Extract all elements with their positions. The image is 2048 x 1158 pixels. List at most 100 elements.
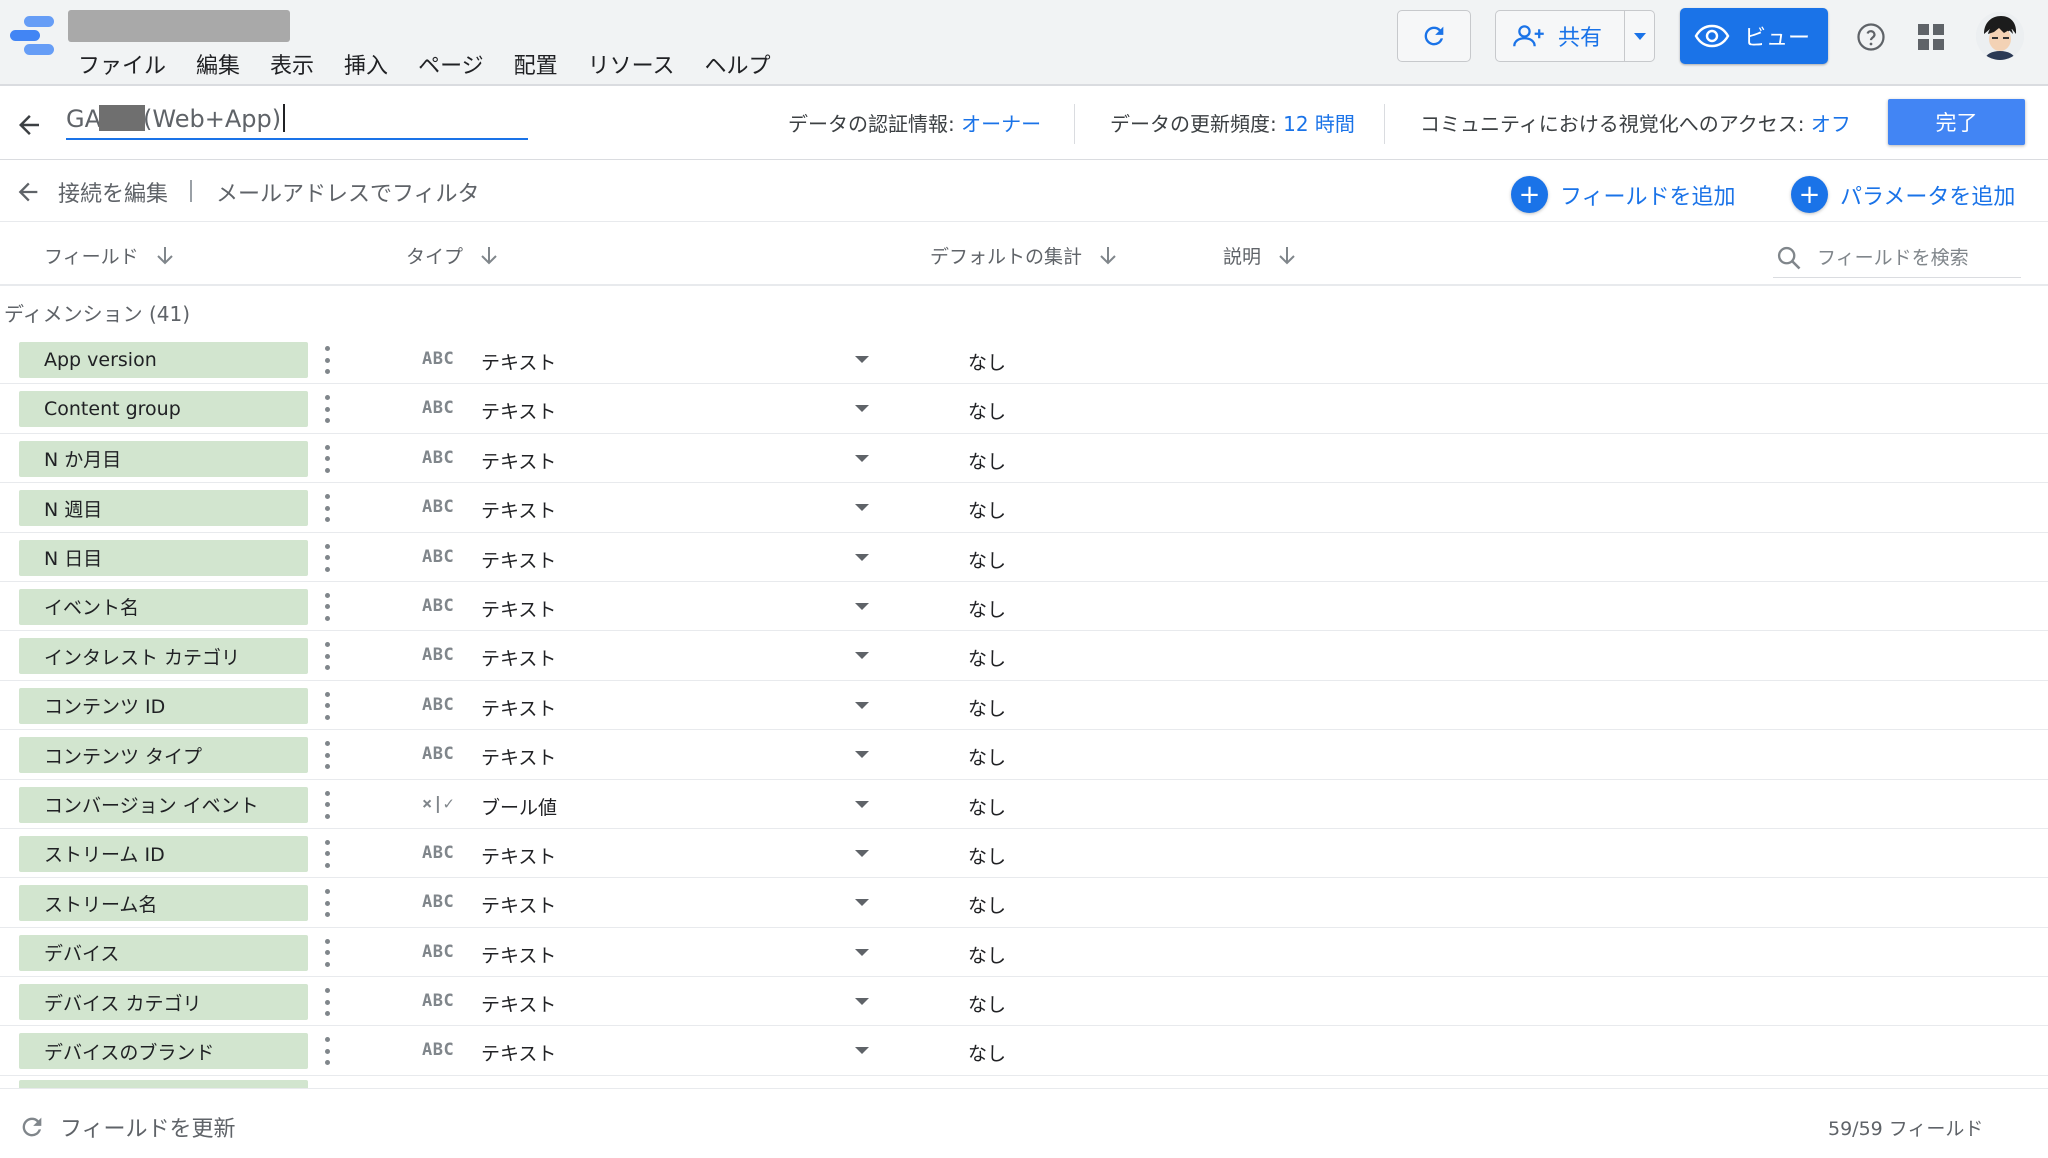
field-name-chip[interactable]: ストリーム ID (19, 835, 308, 872)
field-name-chip[interactable]: コンテンツ ID (19, 687, 308, 724)
field-name-chip[interactable]: App version (19, 342, 308, 378)
logo-icon[interactable] (10, 14, 56, 58)
field-name-chip[interactable]: N か月目 (19, 440, 308, 477)
more-vert-icon[interactable] (323, 395, 331, 424)
field-type-select[interactable]: テキスト (481, 397, 556, 424)
field-type-select[interactable]: テキスト (481, 447, 556, 474)
add-parameter-button[interactable]: + パラメータを追加 (1791, 176, 2015, 213)
dropdown-caret-icon[interactable] (855, 800, 869, 808)
edit-connection-link[interactable]: 接続を編集 (58, 176, 168, 208)
more-vert-icon[interactable] (323, 741, 331, 770)
dropdown-caret-icon[interactable] (855, 504, 869, 512)
menu-page[interactable]: ページ (418, 48, 484, 80)
field-aggregation[interactable]: なし (968, 447, 1006, 474)
field-type-select[interactable]: テキスト (481, 743, 556, 770)
field-type-select[interactable]: ブール値 (481, 793, 557, 820)
more-vert-icon[interactable] (323, 889, 331, 918)
column-aggregation[interactable]: デフォルトの集計 (930, 242, 1118, 269)
dropdown-caret-icon[interactable] (855, 454, 869, 462)
field-search-input[interactable] (1817, 246, 1997, 269)
more-vert-icon[interactable] (323, 592, 331, 621)
dropdown-caret-icon[interactable] (855, 948, 869, 956)
more-vert-icon[interactable] (323, 346, 331, 374)
more-vert-icon[interactable] (323, 691, 331, 720)
menu-edit[interactable]: 編集 (196, 48, 240, 80)
more-vert-icon[interactable] (323, 988, 331, 1017)
field-aggregation[interactable]: なし (968, 891, 1006, 918)
field-type-select[interactable]: テキスト (481, 644, 556, 671)
more-vert-icon[interactable] (323, 1037, 331, 1066)
done-button[interactable]: 完了 (1888, 99, 2025, 145)
field-type-select[interactable]: テキスト (481, 694, 556, 721)
refresh-data-button[interactable] (1397, 10, 1471, 62)
menu-view[interactable]: 表示 (270, 48, 314, 80)
field-type-select[interactable]: テキスト (481, 496, 556, 523)
arrow-back-icon[interactable] (14, 110, 44, 140)
field-aggregation[interactable]: なし (968, 1039, 1006, 1066)
field-aggregation[interactable]: なし (968, 990, 1006, 1017)
field-name-chip[interactable]: デバイスのブランド (19, 1033, 308, 1070)
field-aggregation[interactable]: なし (968, 546, 1006, 573)
avatar[interactable] (1976, 12, 2024, 60)
email-filter-link[interactable]: メールアドレスでフィルタ (216, 176, 480, 208)
dropdown-caret-icon[interactable] (855, 751, 869, 759)
datasource-name-field[interactable]: GA (Web+App) (66, 104, 528, 140)
field-type-select[interactable]: テキスト (481, 546, 556, 573)
field-type-select[interactable]: テキスト (481, 1039, 556, 1066)
field-aggregation[interactable]: なし (968, 793, 1006, 820)
column-type[interactable]: タイプ (406, 242, 499, 269)
dropdown-caret-icon[interactable] (855, 405, 869, 413)
community-link[interactable]: オフ (1811, 112, 1851, 136)
more-vert-icon[interactable] (323, 543, 331, 572)
field-aggregation[interactable]: なし (968, 644, 1006, 671)
field-name-chip[interactable]: イベント名 (19, 588, 308, 625)
field-aggregation[interactable]: なし (968, 397, 1006, 424)
field-name-chip[interactable]: インタレスト カテゴリ (19, 638, 308, 675)
help-icon[interactable] (1856, 22, 1886, 52)
menu-insert[interactable]: 挿入 (344, 48, 388, 80)
field-name-chip[interactable]: ストリーム名 (19, 885, 308, 922)
add-field-button[interactable]: + フィールドを追加 (1511, 176, 1736, 213)
dropdown-caret-icon[interactable] (855, 602, 869, 610)
dropdown-caret-icon[interactable] (855, 1047, 869, 1055)
field-name-chip[interactable]: コンテンツ タイプ (19, 737, 308, 774)
more-vert-icon[interactable] (323, 938, 331, 967)
field-name-chip[interactable]: デバイス (19, 934, 308, 971)
field-name-chip[interactable]: Content group (19, 391, 308, 428)
arrow-back-icon[interactable] (14, 178, 42, 206)
field-aggregation[interactable]: なし (968, 496, 1006, 523)
more-vert-icon[interactable] (323, 839, 331, 868)
field-type-select[interactable]: テキスト (481, 842, 556, 869)
more-vert-icon[interactable] (323, 642, 331, 671)
menu-resource[interactable]: リソース (588, 48, 675, 80)
field-name-chip[interactable]: デバイス カテゴリ (19, 984, 308, 1021)
field-aggregation[interactable]: なし (968, 842, 1006, 869)
dropdown-caret-icon[interactable] (855, 356, 869, 363)
menu-file[interactable]: ファイル (78, 48, 166, 80)
dropdown-caret-icon[interactable] (855, 553, 869, 561)
more-vert-icon[interactable] (323, 790, 331, 819)
share-dropdown[interactable] (1624, 11, 1654, 61)
field-type-select[interactable]: テキスト (481, 990, 556, 1017)
dropdown-caret-icon[interactable] (855, 652, 869, 660)
field-aggregation[interactable]: なし (968, 743, 1006, 770)
credentials-link[interactable]: オーナー (961, 112, 1041, 136)
field-name-chip[interactable]: N 週目 (19, 490, 308, 527)
field-aggregation[interactable]: なし (968, 595, 1006, 622)
field-name-chip[interactable]: コンバージョン イベント (19, 786, 308, 823)
dropdown-caret-icon[interactable] (855, 998, 869, 1006)
dropdown-caret-icon[interactable] (855, 899, 869, 907)
dropdown-caret-icon[interactable] (855, 701, 869, 709)
freshness-link[interactable]: 12 時間 (1283, 112, 1355, 136)
field-aggregation[interactable]: なし (968, 941, 1006, 968)
apps-grid-icon[interactable] (1918, 24, 1944, 50)
field-aggregation[interactable]: なし (968, 348, 1006, 375)
column-description[interactable]: 説明 (1223, 242, 1297, 269)
field-name-chip[interactable]: N 日目 (19, 539, 308, 576)
refresh-fields-button[interactable]: フィールドを更新 (18, 1111, 236, 1143)
more-vert-icon[interactable] (323, 444, 331, 473)
column-field[interactable]: フィールド (44, 242, 175, 269)
report-title-redacted[interactable] (68, 10, 290, 42)
field-type-select[interactable]: テキスト (481, 891, 556, 918)
more-vert-icon[interactable] (323, 494, 331, 523)
